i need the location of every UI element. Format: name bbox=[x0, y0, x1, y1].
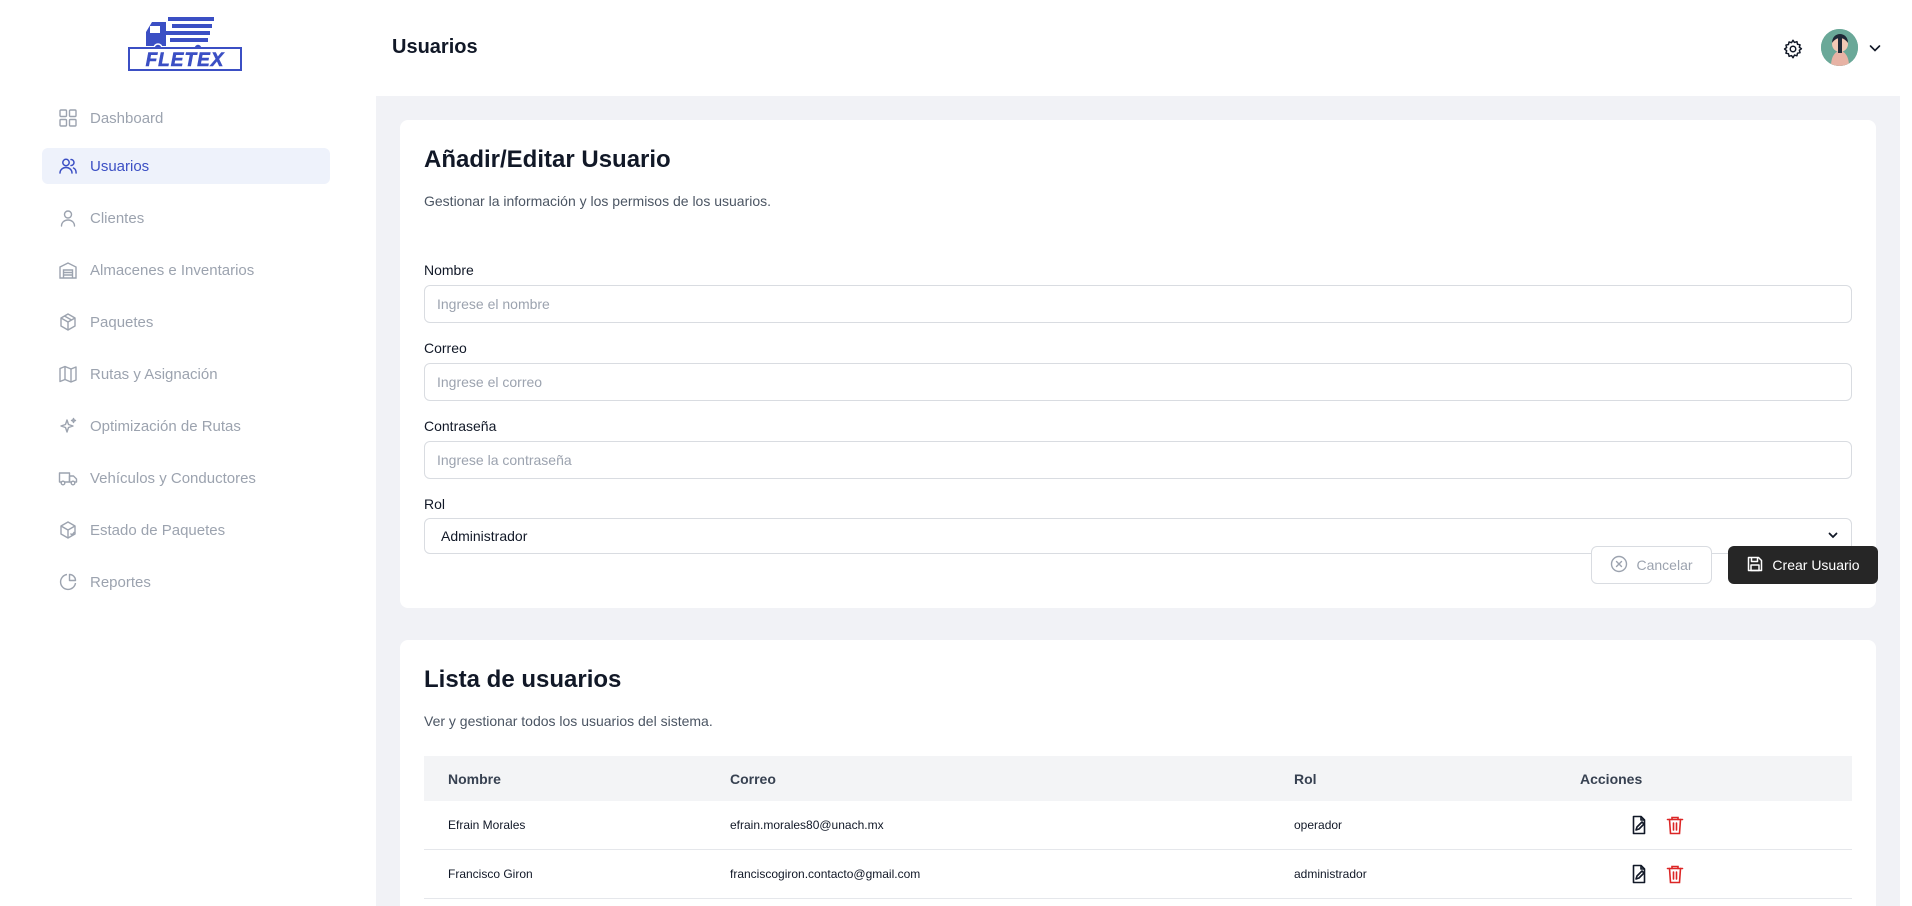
row-actions bbox=[1628, 863, 1686, 885]
sidebar-item-rutas[interactable]: Rutas y Asignación bbox=[42, 356, 330, 392]
save-icon bbox=[1746, 555, 1764, 576]
users-table: Nombre Correo Rol Acciones Efrain Morale… bbox=[424, 756, 1852, 899]
form-title: Añadir/Editar Usuario bbox=[424, 146, 671, 173]
chevron-down-icon bbox=[1827, 528, 1839, 544]
table-header: Nombre Correo Rol Acciones bbox=[424, 756, 1852, 801]
sidebar-item-dashboard[interactable]: Dashboard bbox=[42, 100, 330, 136]
sidebar-item-clientes[interactable]: Clientes bbox=[42, 200, 330, 236]
role-select-value: Administrador bbox=[441, 528, 528, 544]
cell-actions bbox=[1580, 814, 1852, 836]
sidebar-item-usuarios[interactable]: Usuarios bbox=[42, 148, 330, 184]
trash-icon[interactable] bbox=[1664, 814, 1686, 836]
sidebar-item-label: Estado de Paquetes bbox=[90, 521, 226, 539]
sidebar-item-label: Paquetes bbox=[90, 313, 154, 331]
user-icon bbox=[58, 208, 78, 228]
list-description: Ver y gestionar todos los usuarios del s… bbox=[424, 713, 713, 729]
sidebar-item-label: Usuarios bbox=[90, 157, 150, 175]
sidebar-item-estado-paquetes[interactable]: Estado de Paquetes bbox=[42, 512, 330, 548]
user-list-card: Lista de usuarios Ver y gestionar todos … bbox=[400, 640, 1876, 906]
cell-name: Efrain Morales bbox=[448, 818, 526, 832]
package-icon bbox=[58, 312, 78, 332]
sidebar-item-paquetes[interactable]: Paquetes bbox=[42, 304, 330, 340]
package-check-icon bbox=[58, 520, 78, 540]
sidebar-item-vehiculos[interactable]: Vehículos y Conductores bbox=[42, 460, 330, 496]
avatar[interactable] bbox=[1821, 29, 1858, 66]
cell-role: operador bbox=[1294, 818, 1343, 832]
sidebar-item-reportes[interactable]: Reportes bbox=[42, 564, 330, 600]
cell-email: efrain.morales80@unach.mx bbox=[730, 818, 884, 832]
column-header-nombre[interactable]: Nombre bbox=[424, 771, 730, 787]
cell-role: administrador bbox=[1294, 867, 1367, 881]
sidebar-item-label: Almacenes e Inventarios bbox=[90, 261, 255, 279]
column-header-acciones: Acciones bbox=[1580, 771, 1852, 787]
page-title: Usuarios bbox=[392, 36, 478, 58]
pie-chart-icon bbox=[58, 572, 78, 592]
cancel-button[interactable]: Cancelar bbox=[1591, 546, 1712, 584]
create-user-button[interactable]: Crear Usuario bbox=[1728, 546, 1878, 584]
dashboard-grid-icon bbox=[58, 108, 78, 128]
trash-icon[interactable] bbox=[1664, 863, 1686, 885]
sidebar-item-label: Reportes bbox=[90, 573, 151, 591]
sidebar-item-label: Rutas y Asignación bbox=[90, 365, 218, 383]
name-label: Nombre bbox=[424, 262, 474, 278]
name-input[interactable] bbox=[424, 285, 1852, 323]
acciones-label: Acciones bbox=[1580, 770, 1643, 787]
sidebar-nav: Dashboard Usuarios Clientes Almacenes e … bbox=[42, 100, 330, 616]
sidebar-item-label: Clientes bbox=[90, 209, 145, 227]
scrollbar-gutter bbox=[1900, 0, 1912, 906]
user-form-card: Añadir/Editar Usuario Gestionar la infor… bbox=[400, 120, 1878, 608]
edit-icon[interactable] bbox=[1628, 814, 1650, 836]
email-label: Correo bbox=[424, 340, 467, 356]
list-title: Lista de usuarios bbox=[424, 666, 622, 693]
warehouse-icon bbox=[58, 260, 78, 280]
truck-icon bbox=[58, 468, 78, 488]
chevron-down-icon[interactable] bbox=[1867, 40, 1883, 56]
cancel-label: Cancelar bbox=[1636, 557, 1693, 573]
gear-icon[interactable] bbox=[1782, 38, 1804, 60]
sidebar-item-almacenes[interactable]: Almacenes e Inventarios bbox=[42, 252, 330, 288]
map-icon bbox=[58, 364, 78, 384]
sparkles-icon bbox=[58, 416, 78, 436]
password-label: Contraseña bbox=[424, 418, 497, 434]
sidebar-item-label: Vehículos y Conductores bbox=[90, 469, 256, 487]
logo-wordmark: FLETEX bbox=[146, 50, 225, 71]
table-row: Efrain Morales efrain.morales80@unach.mx… bbox=[424, 801, 1852, 850]
sidebar: FLETEX Dashboard Usuarios Clientes Almac… bbox=[0, 0, 376, 906]
column-header-correo[interactable]: Correo bbox=[730, 771, 1294, 787]
main-content: Añadir/Editar Usuario Gestionar la infor… bbox=[376, 96, 1900, 906]
users-icon bbox=[58, 156, 78, 176]
fletex-logo[interactable]: FLETEX bbox=[128, 14, 244, 72]
email-input[interactable] bbox=[424, 363, 1852, 401]
cancel-circle-icon bbox=[1610, 555, 1628, 576]
cell-email: franciscogiron.contacto@gmail.com bbox=[730, 867, 921, 881]
form-description: Gestionar la información y los permisos … bbox=[424, 193, 772, 209]
row-actions bbox=[1628, 814, 1686, 836]
column-header-rol[interactable]: Rol bbox=[1294, 771, 1580, 787]
password-input[interactable] bbox=[424, 441, 1852, 479]
sidebar-item-optimizacion[interactable]: Optimización de Rutas bbox=[42, 408, 330, 444]
cell-actions bbox=[1580, 863, 1852, 885]
table-row: Francisco Giron franciscogiron.contacto@… bbox=[424, 850, 1852, 899]
sidebar-item-label: Dashboard bbox=[90, 109, 164, 127]
create-user-label: Crear Usuario bbox=[1772, 557, 1860, 573]
cell-name: Francisco Giron bbox=[448, 867, 533, 881]
edit-icon[interactable] bbox=[1628, 863, 1650, 885]
sidebar-item-label: Optimización de Rutas bbox=[90, 417, 241, 435]
role-label: Rol bbox=[424, 496, 446, 512]
top-header: Usuarios bbox=[376, 0, 1900, 96]
